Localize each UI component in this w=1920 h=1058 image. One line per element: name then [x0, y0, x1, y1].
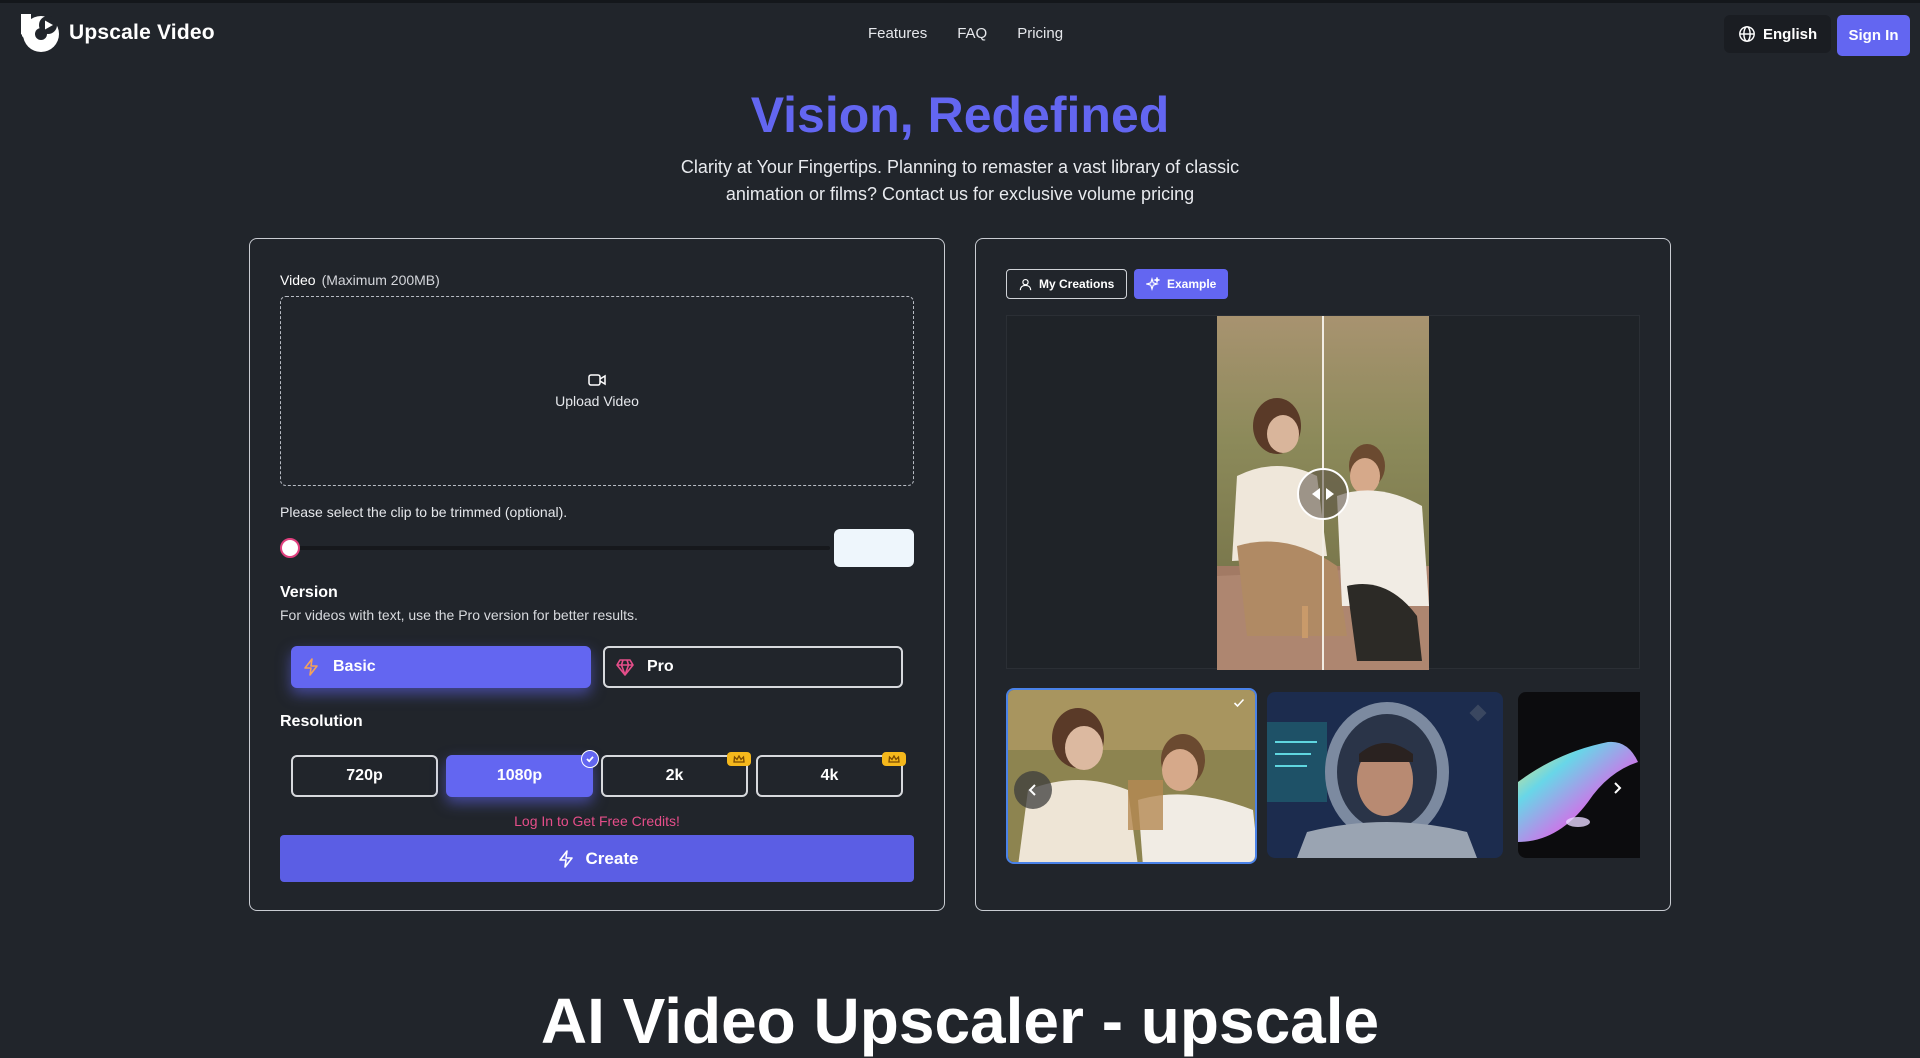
nav-faq[interactable]: FAQ: [957, 25, 987, 42]
video-dropzone[interactable]: Upload Video: [280, 296, 914, 486]
brand-logo[interactable]: Upscale Video: [19, 12, 215, 54]
tab-my-creations-label: My Creations: [1039, 277, 1115, 291]
tab-my-creations[interactable]: My Creations: [1006, 269, 1128, 299]
resolution-label: 720p: [346, 767, 383, 784]
section-heading: AI Video Upscaler - upscale: [540, 985, 1380, 1057]
resolution-label: 4k: [820, 767, 839, 784]
bolt-icon: [304, 658, 318, 676]
video-label: Video (Maximum 200MB): [280, 272, 440, 288]
version-pro-label: Pro: [647, 658, 674, 675]
chevron-left-icon: [1028, 784, 1036, 796]
tab-example[interactable]: Example: [1134, 269, 1229, 299]
site-header: Upscale Video Features FAQ Pricing Engli…: [0, 3, 1920, 63]
language-button[interactable]: English: [1724, 15, 1832, 53]
nav-features[interactable]: Features: [868, 25, 927, 42]
resolution-1080p-button[interactable]: 1080p: [446, 750, 599, 797]
carousel-prev-button[interactable]: [1014, 771, 1052, 809]
resolution-2k-button[interactable]: 2k: [601, 752, 751, 797]
comparison-image[interactable]: [1217, 316, 1429, 670]
crown-icon: [882, 752, 906, 766]
sparkles-icon: [1146, 277, 1160, 291]
tab-example-label: Example: [1167, 277, 1217, 291]
bolt-icon: [558, 849, 573, 868]
video-size-limit: (Maximum 200MB): [321, 272, 440, 288]
version-title: Version: [280, 584, 338, 601]
example-carousel: [1006, 688, 1640, 868]
video-camera-icon: [588, 374, 606, 386]
globe-icon: [1739, 26, 1755, 42]
brand-name: Upscale Video: [69, 21, 215, 44]
nav-pricing[interactable]: Pricing: [1017, 25, 1063, 42]
chevron-right-icon: [1614, 782, 1622, 794]
compare-slider-handle[interactable]: [1297, 468, 1349, 520]
hero-subtitle: Clarity at Your Fingertips. Planning to …: [680, 157, 1240, 204]
version-basic-label: Basic: [333, 658, 376, 675]
video-label-text: Video: [280, 272, 316, 288]
version-description: For videos with text, use the Pro versio…: [280, 607, 638, 623]
upload-form-panel: Video (Maximum 200MB) Upload Video Please…: [249, 238, 945, 911]
resolution-4k-button[interactable]: 4k: [756, 752, 906, 797]
create-label: Create: [585, 848, 639, 868]
diamond-icon: [616, 659, 634, 676]
check-icon: [581, 750, 599, 768]
upload-video-label: Upload Video: [555, 393, 639, 409]
resolution-label: 2k: [665, 767, 684, 784]
sign-in-button[interactable]: Sign In: [1837, 15, 1910, 56]
trim-slider-handle[interactable]: [280, 538, 300, 558]
main-nav: Features FAQ Pricing: [868, 25, 1063, 42]
thumbnail-astronaut[interactable]: [1267, 692, 1503, 858]
resolution-title: Resolution: [280, 713, 363, 730]
carousel-next-button[interactable]: [1598, 769, 1636, 807]
trim-slider-track[interactable]: [280, 546, 830, 550]
version-basic-button[interactable]: Basic: [291, 646, 591, 688]
trim-time-box[interactable]: [834, 529, 914, 567]
trim-instruction: Please select the clip to be trimmed (op…: [280, 504, 568, 520]
thumbnail-picnic[interactable]: [1006, 688, 1257, 864]
preview-panel: My Creations Example: [975, 238, 1671, 911]
astronaut-thumbnail-image: [1267, 692, 1503, 858]
version-pro-button[interactable]: Pro: [603, 646, 903, 688]
create-button[interactable]: Create: [280, 835, 914, 882]
left-right-arrows-icon: [1312, 488, 1334, 500]
resolution-720p-button[interactable]: 720p: [291, 755, 438, 797]
resolution-label: 1080p: [496, 767, 543, 784]
free-credits-link[interactable]: Log In to Get Free Credits!: [250, 813, 944, 829]
crown-icon: [727, 752, 751, 766]
check-icon: [1233, 698, 1245, 708]
comparison-stage: [1006, 315, 1640, 670]
language-label: English: [1763, 25, 1818, 43]
user-icon: [1019, 278, 1032, 290]
hero-title: Vision, Redefined: [750, 87, 1170, 143]
logo-icon: [21, 14, 59, 52]
